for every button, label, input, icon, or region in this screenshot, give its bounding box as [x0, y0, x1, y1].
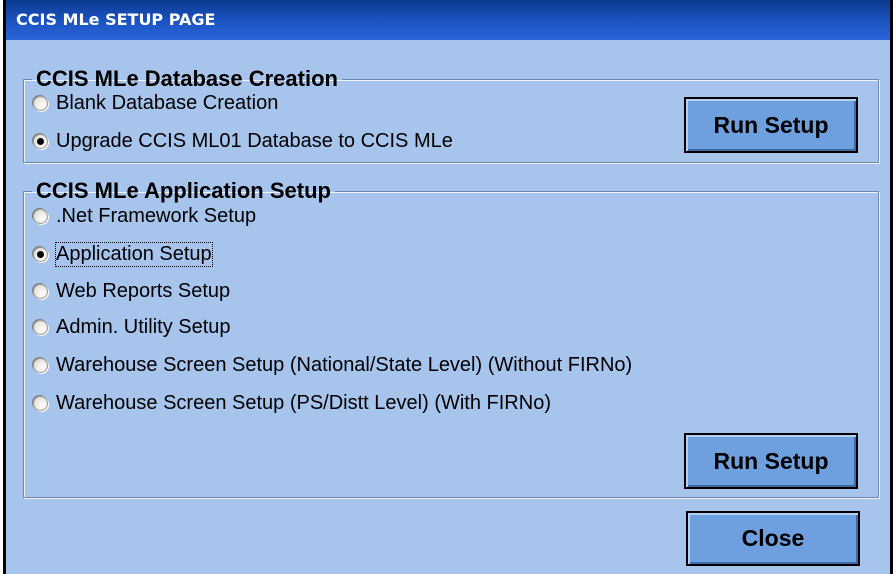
radio-label[interactable]: Admin. Utility Setup: [56, 316, 231, 339]
radio-button-selected-icon[interactable]: [33, 133, 48, 149]
close-button[interactable]: Close: [686, 511, 860, 566]
window-title: CCIS MLe SETUP PAGE: [16, 10, 216, 29]
radio-upgrade-database[interactable]: Upgrade CCIS ML01 Database to CCIS MLe: [33, 127, 453, 155]
radio-label[interactable]: .Net Framework Setup: [56, 205, 256, 228]
radio-label[interactable]: Warehouse Screen Setup (PS/Distt Level) …: [56, 392, 551, 415]
application-run-setup-button[interactable]: Run Setup: [684, 433, 858, 489]
radio-button-icon[interactable]: [33, 95, 48, 111]
application-setup-legend: CCIS MLe Application Setup: [36, 178, 331, 203]
radio-button-selected-icon[interactable]: [33, 246, 48, 262]
radio-blank-database-creation[interactable]: Blank Database Creation: [33, 89, 278, 117]
radio-label[interactable]: Web Reports Setup: [56, 280, 230, 303]
radio-button-icon[interactable]: [33, 357, 48, 373]
database-run-setup-button[interactable]: Run Setup: [684, 97, 858, 153]
radio-label[interactable]: Upgrade CCIS ML01 Database to CCIS MLe: [56, 130, 453, 153]
radio-web-reports-setup[interactable]: Web Reports Setup: [33, 277, 230, 305]
radio-net-framework-setup[interactable]: .Net Framework Setup: [33, 202, 256, 230]
radio-label[interactable]: Application Setup: [55, 241, 213, 267]
radio-button-icon[interactable]: [33, 319, 48, 335]
radio-button-icon[interactable]: [33, 208, 48, 224]
radio-warehouse-national-state[interactable]: Warehouse Screen Setup (National/State L…: [33, 351, 632, 379]
radio-admin-utility-setup[interactable]: Admin. Utility Setup: [33, 313, 231, 341]
radio-application-setup[interactable]: Application Setup: [33, 240, 213, 268]
radio-label[interactable]: Blank Database Creation: [56, 92, 278, 115]
radio-warehouse-ps-distt[interactable]: Warehouse Screen Setup (PS/Distt Level) …: [33, 389, 551, 417]
database-creation-legend: CCIS MLe Database Creation: [36, 66, 338, 91]
title-bar[interactable]: CCIS MLe SETUP PAGE: [6, 0, 890, 40]
radio-label[interactable]: Warehouse Screen Setup (National/State L…: [56, 354, 632, 377]
setup-window: CCIS MLe SETUP PAGE CCIS MLe Database Cr…: [3, 0, 893, 574]
radio-button-icon[interactable]: [33, 283, 48, 299]
radio-button-icon[interactable]: [33, 395, 48, 411]
